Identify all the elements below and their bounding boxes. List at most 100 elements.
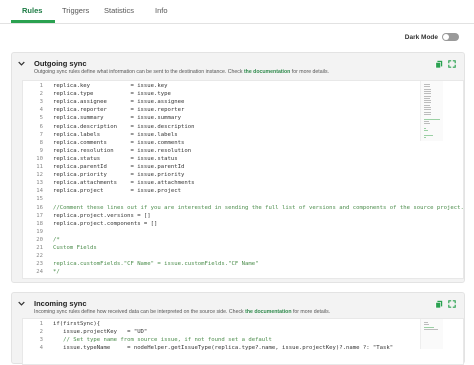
minimap-line xyxy=(424,102,431,104)
line-number: 24 xyxy=(36,269,43,276)
code-text: replica.assignee = issue.assignee xyxy=(53,99,185,106)
line-number: 3 xyxy=(39,337,43,344)
code-text: Custom Fields xyxy=(53,245,97,251)
line-number: 5 xyxy=(39,115,43,122)
minimap-line xyxy=(424,97,431,99)
code-text: replica.key = issue.key xyxy=(53,83,168,89)
line-number: 18 xyxy=(36,220,43,227)
minimap-line xyxy=(424,111,432,113)
incoming-sync-title: Incoming sync xyxy=(34,299,87,308)
copy-icon[interactable] xyxy=(435,60,443,68)
line-number: 16 xyxy=(36,204,43,211)
code-minimap[interactable] xyxy=(420,81,443,141)
dark-mode-label: Dark Mode xyxy=(404,33,438,41)
line-number: 19 xyxy=(36,228,43,235)
line-number: 17 xyxy=(36,212,43,219)
line-number: 15 xyxy=(36,196,43,203)
outgoing-sync-description: Outgoing sync rules define what informat… xyxy=(34,69,329,75)
line-number: 6 xyxy=(39,123,43,130)
minimap-line xyxy=(424,324,430,326)
expand-icon[interactable] xyxy=(448,60,456,68)
outgoing-sync-title: Outgoing sync xyxy=(34,59,87,68)
line-number: 21 xyxy=(36,245,43,251)
incoming-code-editor[interactable]: 1 if(firstSync){ 2 issue.projectKey = "UD"… xyxy=(22,318,464,365)
minimap-line xyxy=(424,322,428,323)
line-number: 3 xyxy=(39,99,43,106)
minimap-line xyxy=(424,113,431,115)
tab-statistics[interactable]: Statistics xyxy=(104,6,134,15)
line-number: 11 xyxy=(36,164,43,170)
minimap-line xyxy=(424,118,440,120)
line-number: 22 xyxy=(36,253,43,260)
active-tab-indicator xyxy=(11,20,55,23)
minimap-line xyxy=(424,109,431,111)
code-text: */ xyxy=(53,269,60,276)
outgoing-code-editor[interactable]: 1 replica.key = issue.key 2 replica.type = … xyxy=(22,80,464,279)
line-number: 12 xyxy=(36,172,43,179)
minimap-line xyxy=(424,90,431,92)
line-number: 1 xyxy=(39,83,43,89)
code-text: replica.description = issue.description xyxy=(53,123,195,130)
dark-mode-toggle[interactable] xyxy=(442,33,459,41)
minimap-line xyxy=(424,328,439,330)
tab-triggers[interactable]: Triggers xyxy=(62,6,89,15)
documentation-link[interactable]: the documentation xyxy=(244,69,290,75)
minimap-line xyxy=(424,120,430,122)
code-text: replica.resolution = issue.resolution xyxy=(53,147,192,154)
code-text: replica.attachments = issue.attachments xyxy=(53,180,195,187)
line-number: 10 xyxy=(36,155,43,162)
code-text: /* xyxy=(53,236,60,243)
minimap-line xyxy=(424,93,431,95)
code-text: if(firstSync){ xyxy=(53,321,101,327)
tab-bar: Rules Triggers Statistics Info xyxy=(0,0,474,24)
code-minimap[interactable] xyxy=(420,319,443,349)
expand-icon[interactable] xyxy=(448,300,456,308)
minimap-line xyxy=(424,95,432,97)
line-number: 4 xyxy=(39,107,43,114)
code-text: replica.summary = issue.summary xyxy=(53,115,181,122)
minimap-line xyxy=(424,134,434,136)
minimap-line xyxy=(424,130,428,131)
minimap-line xyxy=(424,104,431,106)
line-number: 23 xyxy=(36,261,43,268)
incoming-sync-panel: Incoming sync Incoming sync rules define… xyxy=(11,292,465,365)
code-text: // Set type name from source issue, if n… xyxy=(53,337,272,344)
code-text: replica.type = issue.type xyxy=(53,91,171,98)
copy-icon[interactable] xyxy=(435,300,443,308)
minimap-line xyxy=(424,88,431,90)
line-number: 13 xyxy=(36,180,43,187)
line-number: 2 xyxy=(39,91,43,98)
code-text: //Comment these lines out if you are int… xyxy=(53,204,464,211)
code-text: replica.project.components = [] xyxy=(53,220,158,227)
code-text: issue.projectKey = "UD" xyxy=(53,329,148,336)
minimap-line xyxy=(424,127,427,129)
minimap-line xyxy=(424,326,434,328)
minimap-line xyxy=(424,107,431,108)
minimap-line xyxy=(424,136,427,138)
line-number: 4 xyxy=(39,345,43,352)
documentation-link[interactable]: the documentation xyxy=(245,309,291,315)
line-number: 20 xyxy=(36,236,43,243)
code-text: replica.labels = issue.labels xyxy=(53,131,178,138)
incoming-sync-description: Incoming sync rules define how received … xyxy=(34,309,331,315)
line-number: 9 xyxy=(39,147,43,154)
chevron-down-icon[interactable] xyxy=(18,60,25,67)
tab-info[interactable]: Info xyxy=(155,6,168,15)
code-text: issue.typeName = nodeHelper.getIssueType… xyxy=(53,345,394,352)
outgoing-sync-panel: Outgoing sync Outgoing sync rules define… xyxy=(11,52,465,283)
line-number: 7 xyxy=(39,131,43,138)
code-text: replica.status = issue.status xyxy=(53,155,178,162)
code-text: replica.project.versions = [] xyxy=(53,212,151,219)
minimap-line xyxy=(424,123,430,125)
minimap-line xyxy=(424,84,431,85)
line-number: 2 xyxy=(39,329,43,336)
minimap-line xyxy=(424,100,431,102)
minimap-line xyxy=(424,86,431,88)
line-number: 14 xyxy=(36,188,43,195)
code-text: replica.comments = issue.comments xyxy=(53,139,185,146)
line-number: 1 xyxy=(39,321,43,327)
tab-rules[interactable]: Rules xyxy=(22,6,42,15)
chevron-down-icon[interactable] xyxy=(18,300,25,307)
code-text: replica.customFields."CF Name" = issue.c… xyxy=(53,261,259,268)
code-text: replica.project = issue.project xyxy=(53,188,181,195)
